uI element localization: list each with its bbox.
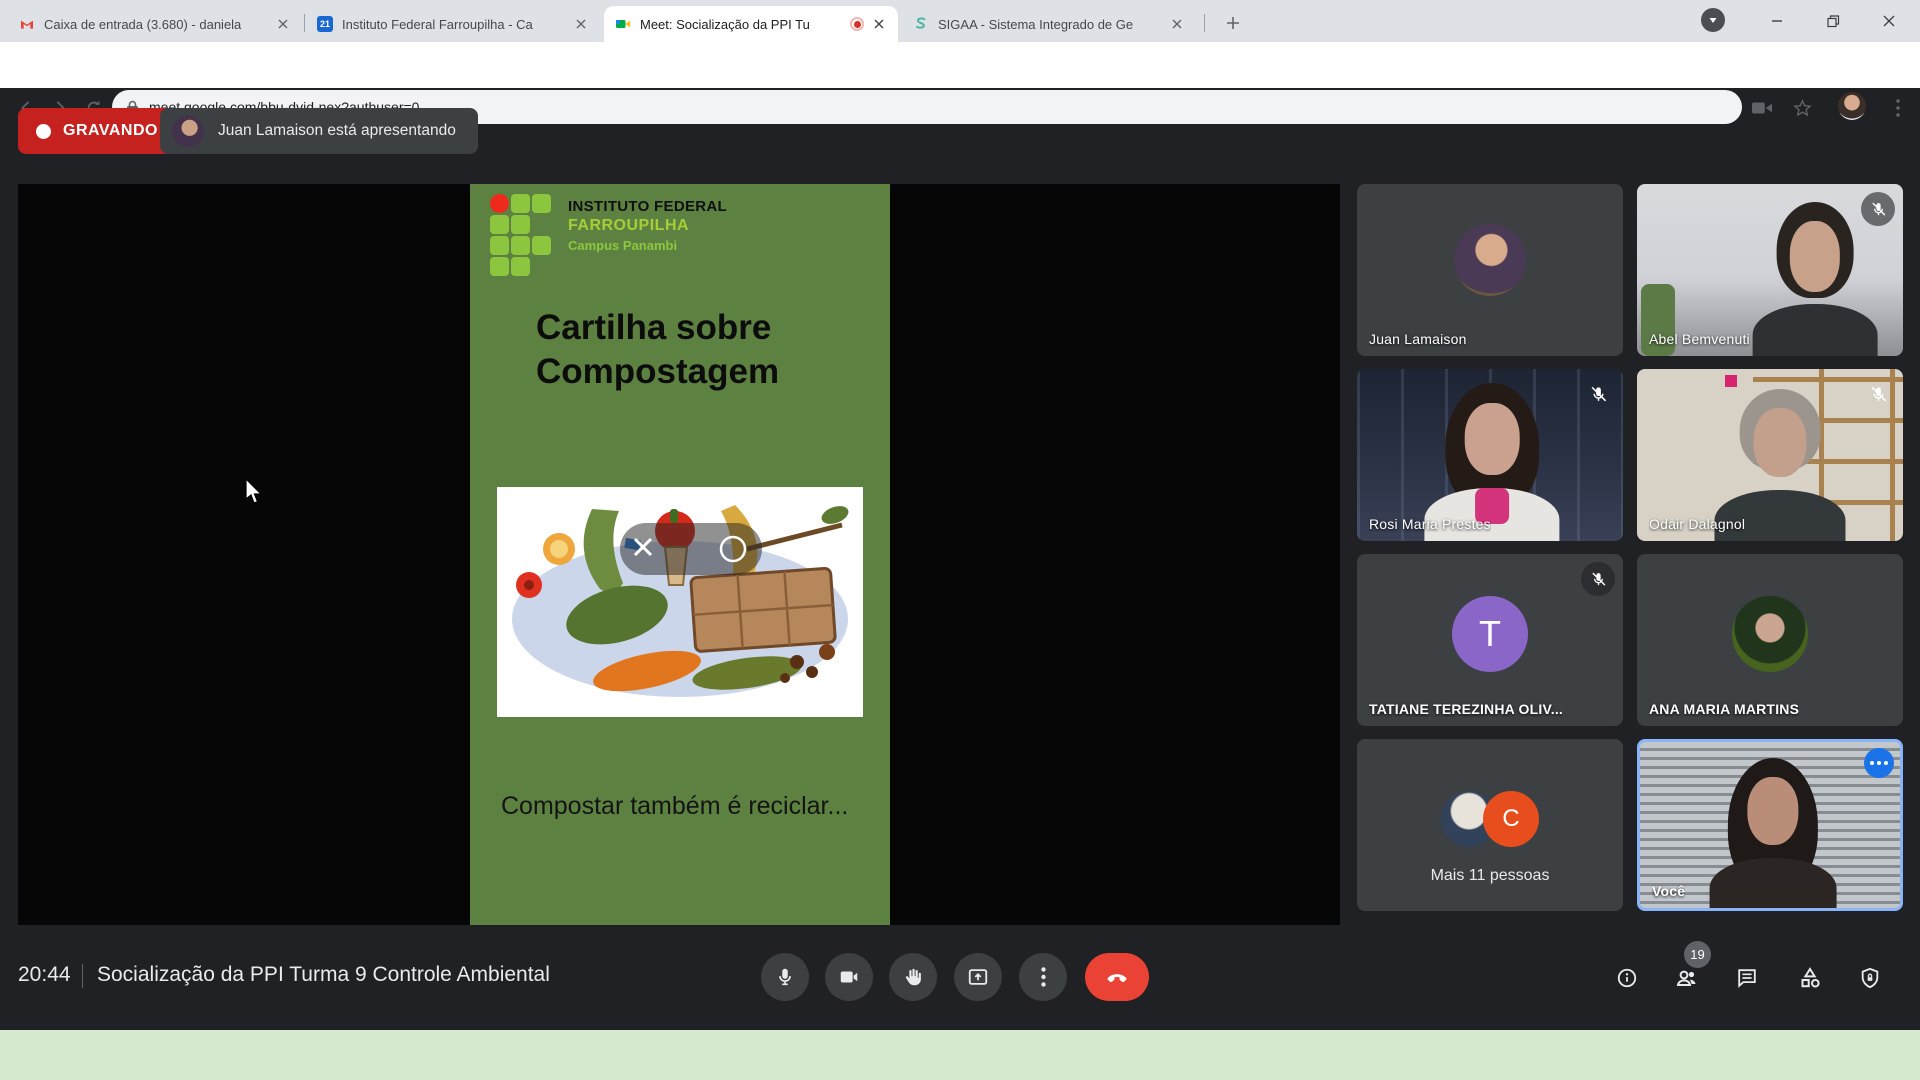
slide: INSTITUTO FEDERAL FARROUPILHA Campus Pan… (470, 184, 890, 925)
tab-recording-icon (850, 17, 864, 31)
sigaa-icon (912, 15, 930, 33)
activities-icon[interactable] (1797, 965, 1823, 991)
meet-icon (614, 15, 632, 33)
tile-you[interactable]: Você (1637, 739, 1903, 911)
tab-divider (304, 14, 305, 32)
calendar-icon: 21 (316, 15, 334, 33)
meet-clock: 20:44 (18, 963, 71, 987)
tab-sigaa[interactable]: SIGAA - Sistema Integrado de Ge (902, 6, 1196, 42)
tile-more-people[interactable]: C Mais 11 pessoas (1357, 739, 1623, 911)
close-icon[interactable] (572, 15, 590, 33)
slide-illustration (497, 487, 863, 717)
tab-title: Caixa de entrada (3.680) - daniela (44, 17, 266, 32)
host-shield-icon[interactable] (1857, 965, 1883, 991)
mic-off-icon (1861, 192, 1895, 226)
minimize-button[interactable] (1762, 6, 1792, 36)
mic-button[interactable] (761, 953, 809, 1001)
participant-name: TATIANE TEREZINHA OLIV... (1369, 701, 1563, 717)
tab-gmail[interactable]: Caixa de entrada (3.680) - daniela (8, 6, 302, 42)
participant-avatar (1454, 224, 1526, 296)
present-button[interactable] (954, 953, 1002, 1001)
mic-off-icon (1581, 562, 1615, 596)
initial-avatar: C (1483, 791, 1539, 847)
browser-toolbar: meet.google.com/bbu-dvjd-nex?authuser=0 (0, 42, 1920, 88)
presenter-avatar (172, 115, 204, 147)
raise-hand-button[interactable] (889, 953, 937, 1001)
participant-avatar (1732, 596, 1808, 672)
more-options-button[interactable] (1019, 953, 1067, 1001)
meeting-details-icon[interactable] (1614, 965, 1640, 991)
star-icon[interactable] (1788, 94, 1816, 122)
camera-button[interactable] (825, 953, 873, 1001)
gmail-icon (18, 15, 36, 33)
tile-tatiane-terezinha[interactable]: T TATIANE TEREZINHA OLIV... (1357, 554, 1623, 726)
slide-footer: Compostar também é reciclar... (501, 792, 848, 821)
restore-button[interactable] (1818, 6, 1848, 36)
close-icon[interactable] (274, 15, 292, 33)
slide-title: Cartilha sobre Compostagem (536, 306, 779, 394)
chat-icon[interactable] (1734, 965, 1760, 991)
tile-ana-maria-martins[interactable]: ANA MARIA MARTINS (1637, 554, 1903, 726)
tile-rosi-maria-prestes[interactable]: Rosi Maria Prestes (1357, 369, 1623, 541)
plant-pot-decor (1725, 375, 1737, 387)
more-people-label: Mais 11 pessoas (1357, 867, 1623, 885)
camera-in-use-icon[interactable] (1748, 94, 1776, 122)
tile-odair-dalagnol[interactable]: Odair Dalagnol (1637, 369, 1903, 541)
tile-juan-lamaison[interactable]: Juan Lamaison (1357, 184, 1623, 356)
tab-title: Instituto Federal Farroupilha - Ca (342, 17, 564, 32)
close-window-button[interactable] (1874, 6, 1904, 36)
tile-options-button[interactable] (1864, 748, 1894, 778)
mic-off-icon (1581, 377, 1615, 411)
mouse-cursor (245, 478, 263, 509)
close-icon[interactable] (1168, 15, 1186, 33)
kebab-icon[interactable] (1884, 94, 1912, 122)
media-control-button[interactable] (1698, 5, 1728, 35)
hangup-button[interactable] (1085, 953, 1149, 1001)
participant-name: Abel Bemvenuti (1649, 331, 1750, 347)
windows-taskbar: 7 (0, 1030, 1920, 1080)
close-icon[interactable] (870, 15, 888, 33)
profile-avatar[interactable] (1838, 92, 1866, 120)
divider (82, 964, 83, 988)
presenting-text: Juan Lamaison está apresentando (218, 122, 456, 140)
tab-calendar[interactable]: 21 Instituto Federal Farroupilha - Ca (306, 6, 600, 42)
people-icon[interactable] (1674, 965, 1700, 991)
participant-name: Rosi Maria Prestes (1369, 516, 1491, 532)
screen: Caixa de entrada (3.680) - daniela 21 In… (0, 0, 1920, 1080)
recording-badge: GRAVANDO (18, 108, 176, 154)
participant-name: Odair Dalagnol (1649, 516, 1745, 532)
org-name: INSTITUTO FEDERAL FARROUPILHA Campus Pan… (568, 198, 727, 253)
participant-name: ANA MARIA MARTINS (1649, 701, 1799, 717)
new-tab-button[interactable] (1218, 8, 1248, 38)
recording-dot-icon (36, 124, 51, 139)
mic-off-icon (1861, 377, 1895, 411)
browser-tabbar: Caixa de entrada (3.680) - daniela 21 In… (0, 0, 1920, 42)
participant-name: Juan Lamaison (1369, 331, 1467, 347)
tile-abel-bemvenuti[interactable]: Abel Bemvenuti (1637, 184, 1903, 356)
tab-title: Meet: Socialização da PPI Tu (640, 17, 842, 32)
recording-label: GRAVANDO (63, 122, 158, 140)
people-count-badge: 19 (1684, 941, 1711, 968)
presenting-banner: Juan Lamaison está apresentando (160, 108, 478, 154)
tab-meet-active[interactable]: Meet: Socialização da PPI Tu (604, 6, 898, 42)
tab-title: SIGAA - Sistema Integrado de Ge (938, 17, 1160, 32)
participant-name: Você (1652, 883, 1685, 899)
initial-avatar: T (1452, 596, 1528, 672)
tab-divider (1204, 14, 1205, 32)
presentation-stage[interactable]: INSTITUTO FEDERAL FARROUPILHA Campus Pan… (18, 184, 1340, 925)
meeting-title: Socialização da PPI Turma 9 Controle Amb… (97, 963, 550, 987)
